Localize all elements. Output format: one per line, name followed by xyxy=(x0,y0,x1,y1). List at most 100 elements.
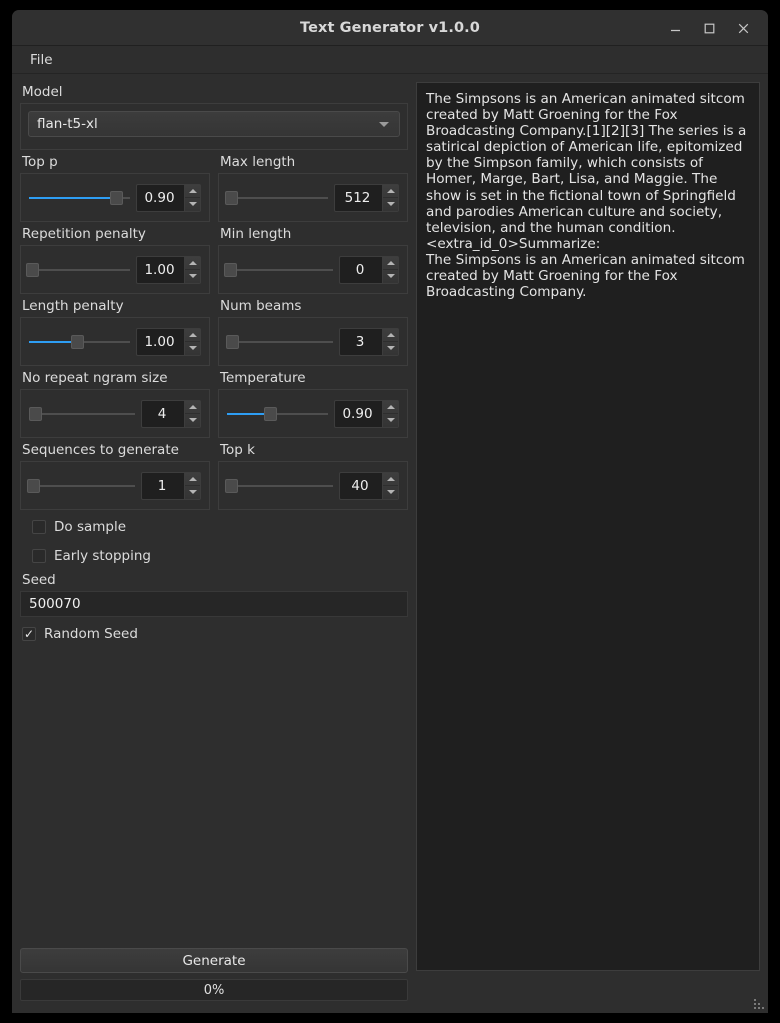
spinbox-min-length[interactable]: 0 xyxy=(339,255,399,284)
random-seed-row[interactable]: ✓ Random Seed xyxy=(20,619,408,648)
spinbox-increment-button[interactable] xyxy=(383,329,398,342)
slider-max-length[interactable] xyxy=(225,188,328,208)
spinbox-no-repeat-ngram-size[interactable]: 4 xyxy=(141,399,201,428)
menu-item-file[interactable]: File xyxy=(22,49,61,71)
slider-handle[interactable] xyxy=(225,478,239,493)
spinbox-decrement-button[interactable] xyxy=(185,342,200,355)
spinbox-increment-button[interactable] xyxy=(185,473,200,486)
title-bar: Text Generator v1.0.0 xyxy=(12,10,768,46)
spinbox-value[interactable]: 3 xyxy=(340,329,382,355)
parameter-control-cell: 1.00 xyxy=(20,245,210,296)
spinbox-top-p[interactable]: 0.90 xyxy=(136,183,201,212)
parameter-label-cell: Sequences to generate xyxy=(20,440,210,461)
spinbox-max-length[interactable]: 512 xyxy=(334,183,399,212)
spinbox-increment-button[interactable] xyxy=(383,257,398,270)
spinbox-value[interactable]: 4 xyxy=(142,401,184,427)
triangle-up-icon xyxy=(386,188,395,193)
window-controls xyxy=(658,10,760,46)
slider-length-penalty[interactable] xyxy=(29,332,130,352)
spinbox-num-beams[interactable]: 3 xyxy=(339,327,399,356)
parameter-control-cell: 0 xyxy=(218,245,408,296)
spinbox-decrement-button[interactable] xyxy=(185,270,200,283)
slider-group-top-k: 40 xyxy=(218,461,408,510)
minimize-icon xyxy=(670,29,680,31)
slider-handle[interactable] xyxy=(264,406,278,421)
label-top-p: Top p xyxy=(22,154,58,170)
spinbox-decrement-button[interactable] xyxy=(383,342,398,355)
spinbox-top-k[interactable]: 40 xyxy=(339,471,399,500)
spinbox-increment-button[interactable] xyxy=(185,185,200,198)
checkbox-label-do-sample: Do sample xyxy=(54,518,127,535)
spinbox-value[interactable]: 1.00 xyxy=(137,329,184,355)
checkbox-row-early-stopping[interactable]: Early stopping xyxy=(20,541,408,570)
parameter-label-cell: Num beams xyxy=(218,296,408,317)
spinbox-value[interactable]: 0.90 xyxy=(137,185,184,211)
slider-top-k[interactable] xyxy=(225,476,333,496)
spinbox-decrement-button[interactable] xyxy=(185,414,200,427)
parameter-label-row: Sequences to generate Top k xyxy=(20,440,408,461)
maximize-button[interactable] xyxy=(692,13,726,43)
slider-sequences-to-generate[interactable] xyxy=(27,476,135,496)
spinbox-value[interactable]: 40 xyxy=(340,473,382,499)
close-button[interactable] xyxy=(726,13,760,43)
slider-repetition-penalty[interactable] xyxy=(26,260,130,280)
output-text-area[interactable]: The Simpsons is an American animated sit… xyxy=(416,82,760,971)
spinbox-decrement-button[interactable] xyxy=(383,414,398,427)
spinbox-increment-button[interactable] xyxy=(185,401,200,414)
parameter-control-cell: 40 xyxy=(218,461,408,512)
spinbox-buttons xyxy=(382,184,398,211)
spinbox-decrement-button[interactable] xyxy=(185,486,200,499)
checkbox-early-stopping[interactable] xyxy=(32,548,46,563)
spinbox-buttons xyxy=(184,400,200,427)
slider-handle[interactable] xyxy=(71,334,85,349)
spinbox-length-penalty[interactable]: 1.00 xyxy=(136,327,201,356)
spinbox-repetition-penalty[interactable]: 1.00 xyxy=(136,255,201,284)
resize-grip[interactable] xyxy=(751,996,764,1009)
spinbox-value[interactable]: 1 xyxy=(142,473,184,499)
slider-handle[interactable] xyxy=(109,190,123,205)
grip-dot xyxy=(758,1003,760,1005)
spinbox-value[interactable]: 512 xyxy=(335,185,382,211)
spinbox-value[interactable]: 0 xyxy=(340,257,382,283)
slider-min-length[interactable] xyxy=(224,260,333,280)
spinbox-sequences-to-generate[interactable]: 1 xyxy=(141,471,201,500)
checkbox-do-sample[interactable] xyxy=(32,519,46,534)
spinbox-value[interactable]: 1.00 xyxy=(137,257,184,283)
spinbox-value[interactable]: 0.90 xyxy=(335,401,382,427)
spinbox-increment-button[interactable] xyxy=(383,185,398,198)
slider-handle[interactable] xyxy=(225,190,239,205)
spinbox-decrement-button[interactable] xyxy=(185,198,200,211)
spinbox-increment-button[interactable] xyxy=(185,329,200,342)
slider-temperature[interactable] xyxy=(227,404,328,424)
slider-handle[interactable] xyxy=(26,262,40,277)
spinbox-increment-button[interactable] xyxy=(383,473,398,486)
slider-no-repeat-ngram-size[interactable] xyxy=(29,404,135,424)
spinbox-increment-button[interactable] xyxy=(185,257,200,270)
slider-handle[interactable] xyxy=(27,478,41,493)
checkbox-row-do-sample[interactable]: Do sample xyxy=(20,512,408,541)
spinbox-increment-button[interactable] xyxy=(383,401,398,414)
slider-handle[interactable] xyxy=(224,262,238,277)
triangle-down-icon xyxy=(386,346,395,350)
parameter-grid: Top p Max length 0.90 512 Repetition penalty… xyxy=(20,152,408,512)
label-top-k: Top k xyxy=(220,442,255,458)
triangle-up-icon xyxy=(188,332,197,337)
label-num-beams: Num beams xyxy=(220,298,302,314)
spinbox-decrement-button[interactable] xyxy=(383,486,398,499)
parameter-control-cell: 1.00 xyxy=(20,317,210,368)
slider-groove xyxy=(227,196,328,199)
slider-top-p[interactable] xyxy=(29,188,130,208)
minimize-button[interactable] xyxy=(658,13,692,43)
model-select[interactable]: flan-t5-xl xyxy=(28,111,400,137)
seed-label: Seed xyxy=(22,572,56,588)
random-seed-checkbox[interactable]: ✓ xyxy=(22,626,36,641)
spinbox-decrement-button[interactable] xyxy=(383,270,398,283)
slider-num-beams[interactable] xyxy=(226,332,333,352)
spinbox-decrement-button[interactable] xyxy=(383,198,398,211)
generate-button[interactable]: Generate xyxy=(20,948,408,973)
menu-bar: File xyxy=(12,46,768,74)
slider-handle[interactable] xyxy=(29,406,43,421)
slider-handle[interactable] xyxy=(226,334,240,349)
spinbox-temperature[interactable]: 0.90 xyxy=(334,399,399,428)
seed-input[interactable]: 500070 xyxy=(20,591,408,617)
